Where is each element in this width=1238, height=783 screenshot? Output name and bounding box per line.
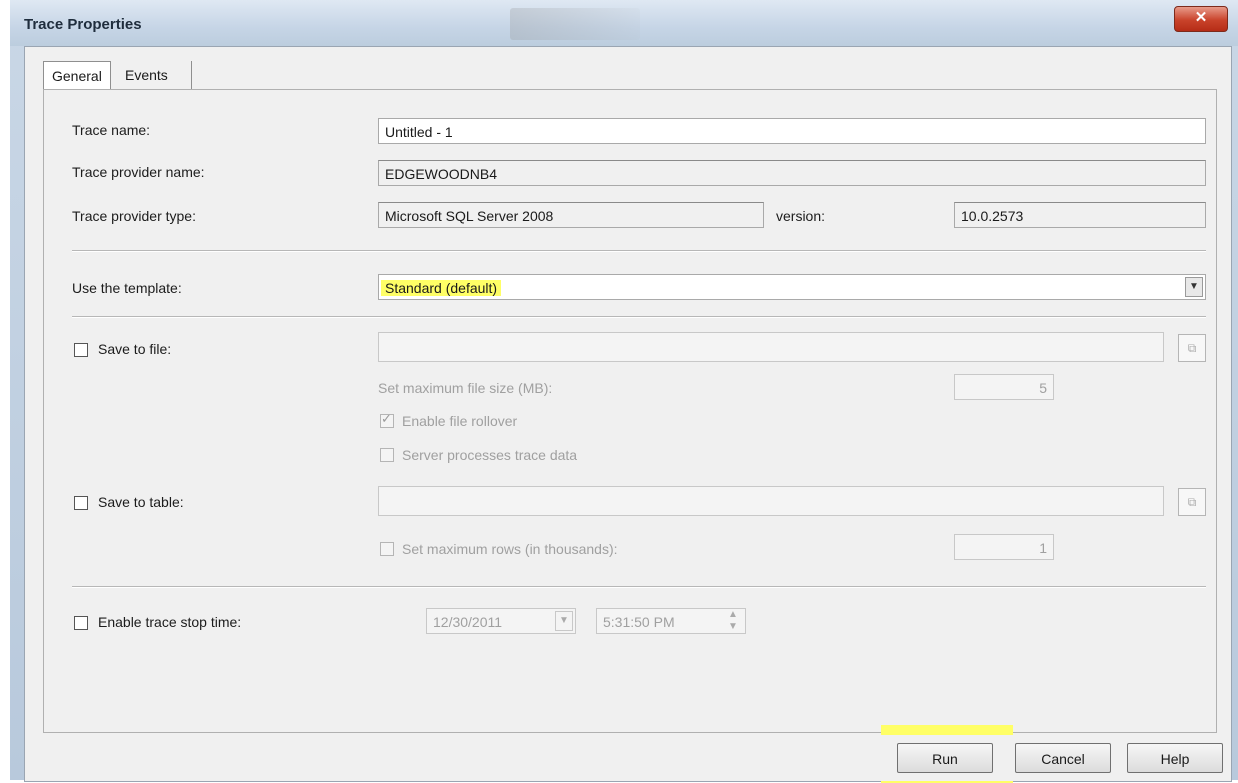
tab-general[interactable]: General xyxy=(43,61,111,90)
provider-name-field: EDGEWOODNB4 xyxy=(378,160,1206,186)
close-button[interactable]: ✕ xyxy=(1174,6,1228,32)
trace-name-label: Trace name: xyxy=(72,122,151,138)
template-select[interactable]: Standard (default) ▼ xyxy=(378,274,1206,300)
template-label: Use the template: xyxy=(72,280,182,296)
background-window-ghost xyxy=(510,8,640,40)
trace-properties-window: Trace Properties ✕ General Events Select… xyxy=(10,0,1238,783)
server-processes-label: Server processes trace data xyxy=(402,447,578,463)
title-bar[interactable]: Trace Properties ✕ xyxy=(10,0,1238,46)
max-file-size-label: Set maximum file size (MB): xyxy=(378,380,553,396)
tab-events-selection[interactable]: Events Selection xyxy=(117,61,192,111)
stop-date-picker[interactable]: 12/30/2011 ▼ xyxy=(426,608,576,634)
help-button[interactable]: Help xyxy=(1127,743,1223,773)
save-to-file-label: Save to file: xyxy=(98,341,172,357)
template-selected-value: Standard (default) xyxy=(381,280,502,296)
version-field: 10.0.2573 xyxy=(954,202,1206,228)
max-rows-label: Set maximum rows (in thousands): xyxy=(402,541,618,557)
window-title: Trace Properties xyxy=(24,16,142,33)
save-to-file-path[interactable] xyxy=(378,332,1164,362)
stop-time-picker[interactable]: 5:31:50 PM ▲ ▼ xyxy=(596,608,746,634)
browse-icon: ⧉ xyxy=(1187,495,1197,509)
provider-type-label: Trace provider type: xyxy=(72,208,196,224)
max-rows-checkbox[interactable] xyxy=(380,542,394,556)
enable-rollover-checkbox[interactable] xyxy=(380,411,394,428)
max-rows-input[interactable]: 1 xyxy=(954,534,1054,560)
trace-name-input[interactable]: Untitled - 1 xyxy=(378,118,1206,144)
save-to-table-field[interactable] xyxy=(378,486,1164,516)
browse-file-button[interactable]: ⧉ xyxy=(1178,334,1206,362)
save-to-table-label: Save to table: xyxy=(98,494,184,510)
stop-time-value: 5:31:50 PM xyxy=(603,614,675,630)
general-tab-panel: Trace name: Untitled - 1 Trace provider … xyxy=(43,89,1217,733)
time-spinner-icon[interactable]: ▲ ▼ xyxy=(723,609,743,633)
max-file-size-input[interactable]: 5 xyxy=(954,374,1054,400)
browse-icon: ⧉ xyxy=(1187,341,1197,355)
save-to-table-checkbox[interactable] xyxy=(74,496,88,510)
enable-stop-time-checkbox[interactable] xyxy=(74,616,88,630)
browse-table-button[interactable]: ⧉ xyxy=(1178,488,1206,516)
provider-name-label: Trace provider name: xyxy=(72,164,205,180)
calendar-dropdown-icon[interactable]: ▼ xyxy=(555,611,573,631)
provider-type-field: Microsoft SQL Server 2008 xyxy=(378,202,764,228)
close-icon: ✕ xyxy=(1194,9,1208,26)
enable-stop-time-label: Enable trace stop time: xyxy=(98,614,242,630)
separator xyxy=(72,316,1206,318)
chevron-down-icon[interactable]: ▼ xyxy=(1185,277,1203,297)
enable-rollover-label: Enable file rollover xyxy=(402,413,518,429)
dialog-body: General Events Selection Trace name: Unt… xyxy=(24,46,1232,783)
cancel-button[interactable]: Cancel xyxy=(1015,743,1111,773)
separator xyxy=(72,250,1206,252)
run-button[interactable]: Run xyxy=(897,743,993,773)
button-bar: Run Cancel Help xyxy=(25,735,1231,781)
separator xyxy=(72,586,1206,588)
stop-date-value: 12/30/2011 xyxy=(433,614,503,630)
version-label: version: xyxy=(776,208,826,224)
server-processes-checkbox[interactable] xyxy=(380,448,394,462)
save-to-file-checkbox[interactable] xyxy=(74,343,88,357)
